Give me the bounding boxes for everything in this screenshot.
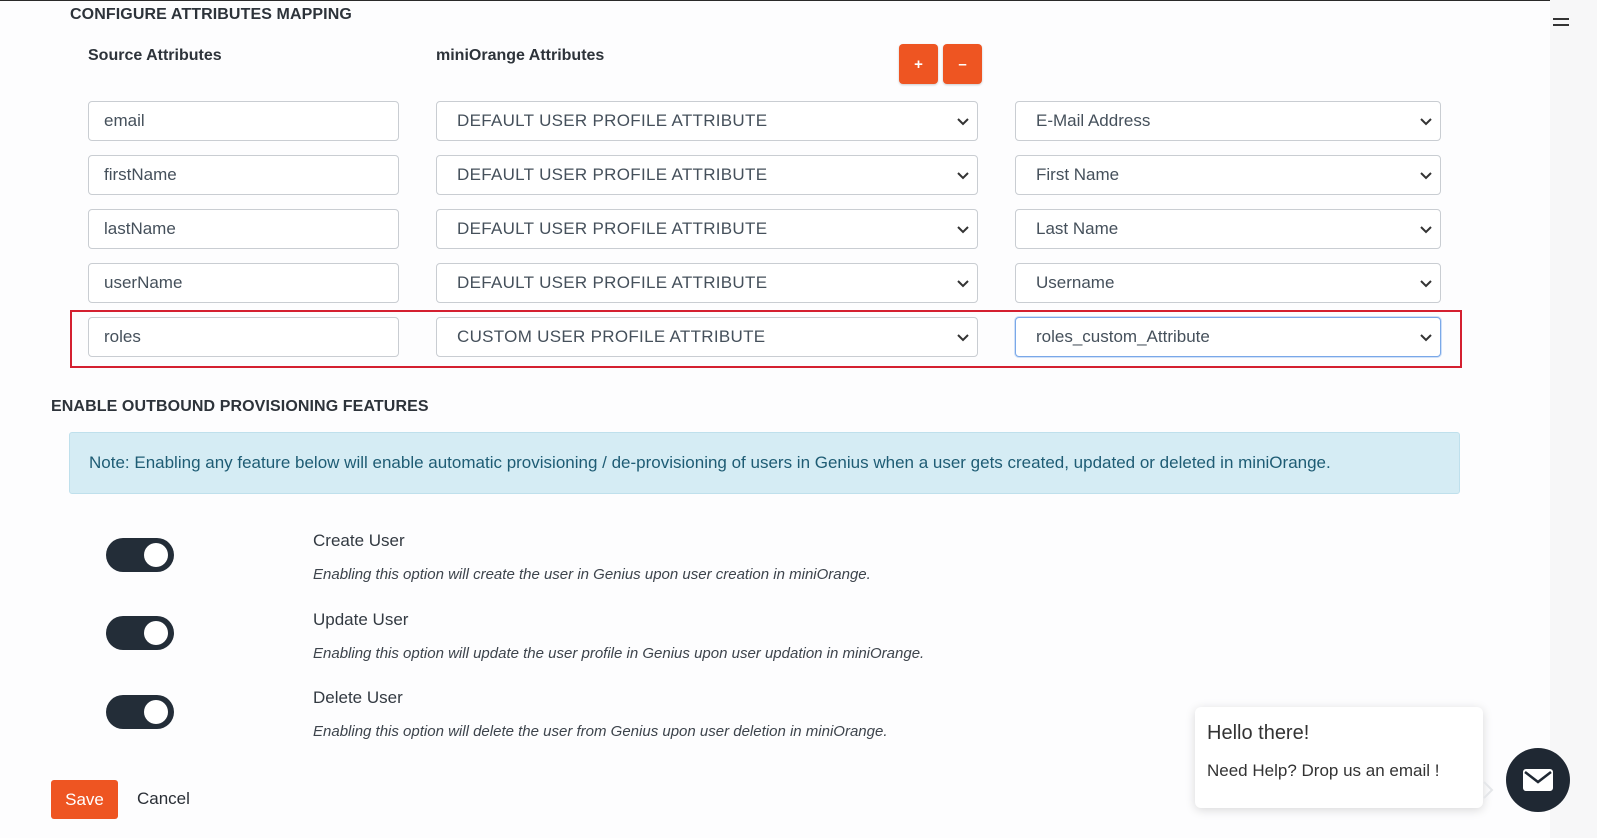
chevron-down-icon bbox=[1420, 226, 1432, 234]
provisioning-section-title: ENABLE OUTBOUND PROVISIONING FEATURES bbox=[51, 398, 429, 415]
side-strip bbox=[1550, 0, 1597, 838]
source-attribute-value: userName bbox=[104, 273, 183, 292]
chevron-down-icon bbox=[957, 334, 969, 342]
miniorange-attribute-select[interactable]: E-Mail Address bbox=[1015, 101, 1441, 141]
chat-caret-icon bbox=[1483, 781, 1494, 799]
miniorange-attribute-value: First Name bbox=[1036, 165, 1120, 184]
source-attribute-value: lastName bbox=[104, 219, 176, 238]
chevron-down-icon bbox=[1420, 118, 1432, 126]
miniorange-attribute-value: Username bbox=[1036, 273, 1115, 292]
chevron-down-icon bbox=[957, 118, 969, 126]
source-attributes-header: Source Attributes bbox=[88, 47, 222, 64]
chevron-down-icon bbox=[957, 226, 969, 234]
miniorange-attribute-select[interactable]: Last Name bbox=[1015, 209, 1441, 249]
feature-description: Enabling this option will create the use… bbox=[313, 566, 871, 583]
source-attribute-input[interactable]: lastName bbox=[88, 209, 399, 249]
feature-title: Create User bbox=[313, 531, 405, 550]
chat-popup[interactable]: Hello there! Need Help? Drop us an email… bbox=[1195, 707, 1483, 808]
update-user-toggle[interactable] bbox=[106, 616, 174, 650]
miniorange-attribute-select[interactable]: Username bbox=[1015, 263, 1441, 303]
attribute-type-select[interactable]: CUSTOM USER PROFILE ATTRIBUTE bbox=[436, 317, 978, 357]
attribute-type-value: DEFAULT USER PROFILE ATTRIBUTE bbox=[457, 111, 768, 130]
chevron-down-icon bbox=[957, 280, 969, 288]
attribute-type-select[interactable]: DEFAULT USER PROFILE ATTRIBUTE bbox=[436, 101, 978, 141]
feature-description: Enabling this option will update the use… bbox=[313, 645, 925, 662]
miniorange-attribute-value: Last Name bbox=[1036, 219, 1119, 238]
save-button[interactable]: Save bbox=[51, 780, 118, 819]
source-attribute-input[interactable]: email bbox=[88, 101, 399, 141]
source-attribute-input[interactable]: roles bbox=[88, 317, 399, 357]
miniorange-attribute-value: E-Mail Address bbox=[1036, 111, 1151, 130]
source-attribute-input[interactable]: userName bbox=[88, 263, 399, 303]
miniorange-attribute-select[interactable]: First Name bbox=[1015, 155, 1441, 195]
source-attribute-value: firstName bbox=[104, 165, 177, 184]
delete-user-toggle[interactable] bbox=[106, 695, 174, 729]
mail-icon bbox=[1523, 769, 1553, 791]
add-row-button[interactable]: + bbox=[899, 44, 938, 84]
source-attribute-value: email bbox=[104, 111, 145, 130]
feature-title: Delete User bbox=[313, 688, 403, 707]
chevron-down-icon bbox=[1420, 280, 1432, 288]
attribute-type-value: CUSTOM USER PROFILE ATTRIBUTE bbox=[457, 327, 766, 346]
attribute-type-value: DEFAULT USER PROFILE ATTRIBUTE bbox=[457, 165, 768, 184]
source-attribute-value: roles bbox=[104, 327, 141, 346]
toggle-knob bbox=[144, 621, 168, 645]
chevron-down-icon bbox=[1420, 334, 1432, 342]
top-divider bbox=[0, 0, 1550, 1]
chat-launcher-button[interactable] bbox=[1506, 748, 1570, 812]
mapping-section-title: CONFIGURE ATTRIBUTES MAPPING bbox=[70, 6, 352, 23]
chevron-down-icon bbox=[1420, 172, 1432, 180]
chat-help-text: Need Help? Drop us an email ! bbox=[1207, 761, 1440, 780]
source-attribute-input[interactable]: firstName bbox=[88, 155, 399, 195]
toggle-knob bbox=[144, 700, 168, 724]
attribute-type-value: DEFAULT USER PROFILE ATTRIBUTE bbox=[457, 219, 768, 238]
feature-title: Update User bbox=[313, 610, 409, 629]
menu-icon[interactable] bbox=[1553, 18, 1569, 30]
feature-description: Enabling this option will delete the use… bbox=[313, 723, 888, 740]
remove-row-button[interactable]: – bbox=[943, 44, 982, 84]
toggle-knob bbox=[144, 543, 168, 567]
info-note: Note: Enabling any feature below will en… bbox=[69, 432, 1460, 494]
attribute-type-select[interactable]: DEFAULT USER PROFILE ATTRIBUTE bbox=[436, 209, 978, 249]
miniorange-attributes-header: miniOrange Attributes bbox=[436, 47, 605, 64]
miniorange-attribute-value: roles_custom_Attribute bbox=[1036, 327, 1210, 346]
create-user-toggle[interactable] bbox=[106, 538, 174, 572]
attribute-type-select[interactable]: DEFAULT USER PROFILE ATTRIBUTE bbox=[436, 155, 978, 195]
chat-greeting: Hello there! bbox=[1207, 722, 1310, 744]
attribute-type-value: DEFAULT USER PROFILE ATTRIBUTE bbox=[457, 273, 768, 292]
miniorange-attribute-select[interactable]: roles_custom_Attribute bbox=[1015, 317, 1441, 357]
chevron-down-icon bbox=[957, 172, 969, 180]
attribute-type-select[interactable]: DEFAULT USER PROFILE ATTRIBUTE bbox=[436, 263, 978, 303]
cancel-button[interactable]: Cancel bbox=[137, 789, 190, 809]
